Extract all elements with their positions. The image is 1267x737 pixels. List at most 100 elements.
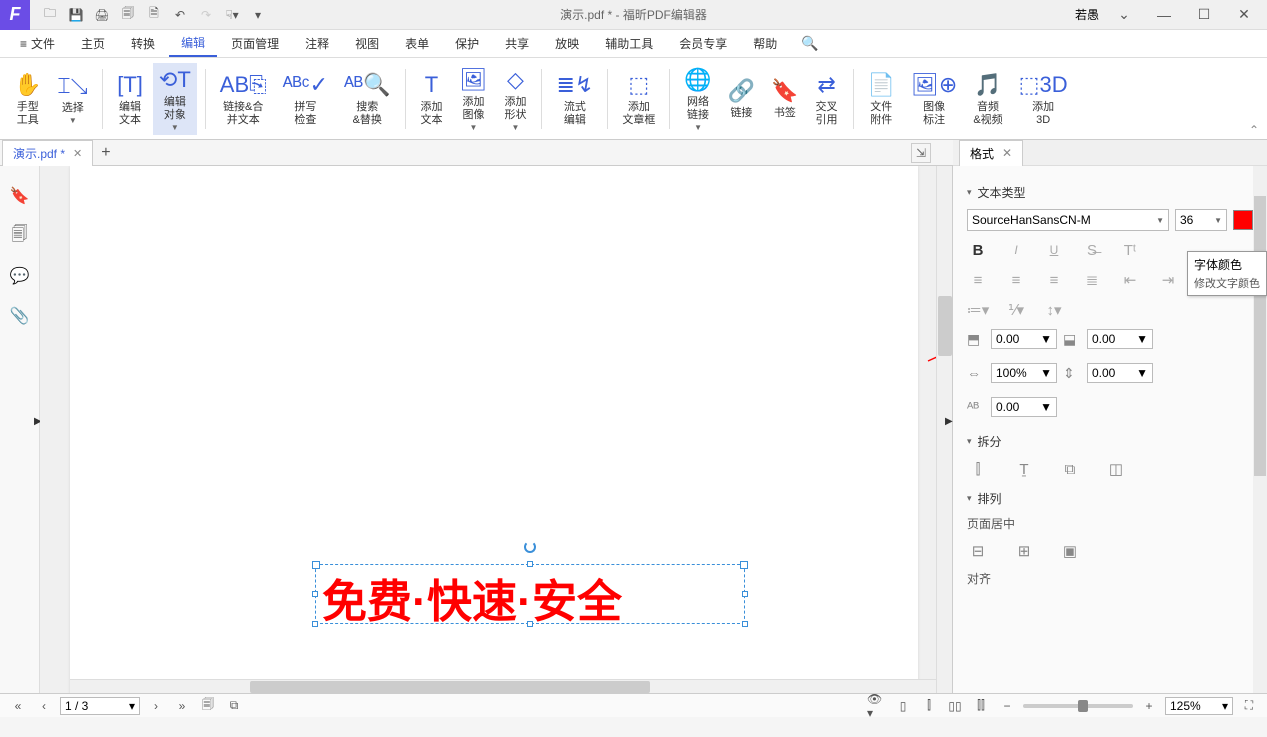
center-v-icon[interactable]: ⊞: [1013, 540, 1035, 562]
continuous-icon[interactable]: ⫿: [919, 696, 939, 716]
two-continuous-icon[interactable]: ⫿⫿: [971, 696, 991, 716]
attachment-icon[interactable]: 📎: [10, 306, 30, 326]
font-color-button[interactable]: [1233, 210, 1253, 230]
ribbon-添加-文章框[interactable]: ⬚添加 文章框: [616, 63, 661, 135]
spacing-before-select[interactable]: 0.00▼: [991, 329, 1057, 349]
qat-export-icon[interactable]: 🗎: [142, 3, 166, 27]
strikethrough-button[interactable]: S̶: [1081, 239, 1103, 261]
first-page-button[interactable]: «: [8, 696, 28, 716]
menu-tab-edit[interactable]: 编辑: [169, 30, 217, 57]
ribbon-编辑-文本[interactable]: [T]编辑 文本: [111, 63, 149, 135]
bold-button[interactable]: B: [967, 239, 989, 261]
qat-touch-icon[interactable]: ☟▾: [220, 3, 244, 27]
menu-file[interactable]: ≡文件: [8, 31, 67, 56]
next-page-button[interactable]: ›: [146, 696, 166, 716]
menu-tab-help[interactable]: 帮助: [741, 31, 789, 56]
pages-icon[interactable]: 🗐: [10, 226, 30, 246]
split-text-icon[interactable]: Ṯ: [1013, 458, 1035, 480]
ribbon-链接[interactable]: 🔗链接: [722, 63, 761, 135]
menu-tab-convert[interactable]: 转换: [119, 31, 167, 56]
align-right-button[interactable]: ≡: [1043, 269, 1065, 291]
align-justify-button[interactable]: ≣: [1081, 269, 1103, 291]
menu-tab-protect[interactable]: 保护: [443, 31, 491, 56]
single-page-icon[interactable]: ▯: [893, 696, 913, 716]
ribbon-书签[interactable]: 🔖书签: [765, 63, 804, 135]
font-select[interactable]: SourceHanSansCN-M▼: [967, 209, 1169, 231]
ribbon-文件-附件[interactable]: 📄文件 附件: [862, 63, 901, 135]
qat-print-icon[interactable]: 🖨: [90, 3, 114, 27]
bullet-list-button[interactable]: ≔▾: [967, 299, 989, 321]
maximize-button[interactable]: ☐: [1189, 1, 1219, 29]
kerning-select[interactable]: 0.00▼: [991, 397, 1057, 417]
menu-tab-share[interactable]: 共享: [493, 31, 541, 56]
char-spacing-select[interactable]: 0.00▼: [1087, 363, 1153, 383]
qat-more-icon[interactable]: ▾: [246, 3, 270, 27]
menu-tab-vip[interactable]: 会员专享: [667, 31, 739, 56]
merge-icon[interactable]: ⧉: [1059, 458, 1081, 480]
indent-dec-button[interactable]: ⇤: [1119, 269, 1141, 291]
qat-save-icon[interactable]: 💾: [64, 3, 88, 27]
user-dropdown-icon[interactable]: ⌄: [1109, 1, 1139, 29]
ribbon-添加-形状[interactable]: ◇添加 形状▼: [497, 63, 533, 135]
horizontal-scrollbar[interactable]: [70, 679, 936, 693]
menu-tab-comment[interactable]: 注释: [293, 31, 341, 56]
underline-button[interactable]: U: [1043, 239, 1065, 261]
crop-icon[interactable]: ◫: [1105, 458, 1127, 480]
menu-tab-page[interactable]: 页面管理: [219, 31, 291, 56]
canvas[interactable]: 免费·快速·安全: [40, 166, 952, 693]
page-input[interactable]: 1 / 3▾: [60, 697, 140, 715]
read-mode-icon[interactable]: 👁▾: [867, 696, 887, 716]
align-left-button[interactable]: ≡: [967, 269, 989, 291]
qat-redo-icon[interactable]: ↷: [194, 3, 218, 27]
panel-scrollbar[interactable]: [1253, 166, 1267, 693]
last-page-button[interactable]: »: [172, 696, 192, 716]
ribbon-编辑-对象[interactable]: ⟲T编辑 对象▼: [153, 63, 197, 135]
split-vert-icon[interactable]: ⫿: [967, 458, 989, 480]
ribbon-添加-3D[interactable]: ⬚3D添加 3D: [1013, 63, 1074, 135]
selection-box[interactable]: 免费·快速·安全: [315, 564, 745, 624]
qat-undo-icon[interactable]: ↶: [168, 3, 192, 27]
add-tab-button[interactable]: +: [101, 144, 110, 162]
right-expand-icon[interactable]: ▶: [945, 416, 953, 427]
menu-tab-home[interactable]: 主页: [69, 31, 117, 56]
scale-h-select[interactable]: 100%▼: [991, 363, 1057, 383]
comment-icon[interactable]: 💬: [10, 266, 30, 286]
menu-tab-tools[interactable]: 辅助工具: [593, 31, 665, 56]
ribbon-搜索-&替换[interactable]: ᴬᴮ🔍搜索 &替换: [338, 63, 396, 135]
section-arrange[interactable]: 排列: [967, 490, 1253, 507]
qat-copy-icon[interactable]: 🗐: [116, 3, 140, 27]
ribbon-手型-工具[interactable]: ✋手型 工具: [8, 63, 47, 135]
fit-width-icon[interactable]: ⧉: [224, 696, 244, 716]
zoom-select[interactable]: 125%▾: [1165, 697, 1233, 715]
indent-inc-button[interactable]: ⇥: [1157, 269, 1179, 291]
align-center-button[interactable]: ≡: [1005, 269, 1027, 291]
search-icon[interactable]: 🔍: [801, 35, 818, 52]
prev-page-button[interactable]: ‹: [34, 696, 54, 716]
font-size-select[interactable]: 36▼: [1175, 209, 1227, 231]
ribbon-拼写-检查[interactable]: ᴬᴮᶜ✓拼写 检查: [277, 63, 334, 135]
close-button[interactable]: ✕: [1229, 1, 1259, 29]
superscript-button[interactable]: Tᵗ: [1119, 239, 1141, 261]
zoom-out-button[interactable]: −: [997, 696, 1017, 716]
vertical-scrollbar[interactable]: [936, 166, 952, 693]
ribbon-选择[interactable]: ⌶↘选择▼: [51, 63, 94, 135]
section-text-type[interactable]: 文本类型: [967, 184, 1253, 201]
user-name[interactable]: 若愚: [1075, 6, 1099, 23]
bookmark-icon[interactable]: 🔖: [10, 186, 30, 206]
document-tab[interactable]: 演示.pdf * ✕: [2, 140, 93, 166]
close-tab-icon[interactable]: ✕: [73, 147, 82, 160]
ribbon-collapse-icon[interactable]: ⌃: [1249, 123, 1259, 137]
line-spacing-button[interactable]: ↕▾: [1043, 299, 1065, 321]
menu-tab-play[interactable]: 放映: [543, 31, 591, 56]
center-both-icon[interactable]: ▣: [1059, 540, 1081, 562]
ribbon-音频-&视频[interactable]: 🎵音频 &视频: [967, 63, 1008, 135]
close-panel-icon[interactable]: ✕: [1002, 146, 1012, 160]
ribbon-链接&合-并文本[interactable]: AB⎘链接&合 并文本: [214, 63, 273, 135]
italic-button[interactable]: I: [1005, 239, 1027, 261]
section-split[interactable]: 拆分: [967, 433, 1253, 450]
menu-tab-form[interactable]: 表单: [393, 31, 441, 56]
rpanel-collapse-icon[interactable]: ⇲: [911, 143, 931, 163]
number-list-button[interactable]: ⅟▾: [1005, 299, 1027, 321]
qat-open-icon[interactable]: 🗀: [38, 3, 62, 27]
ribbon-添加-文本[interactable]: T添加 文本: [414, 63, 450, 135]
